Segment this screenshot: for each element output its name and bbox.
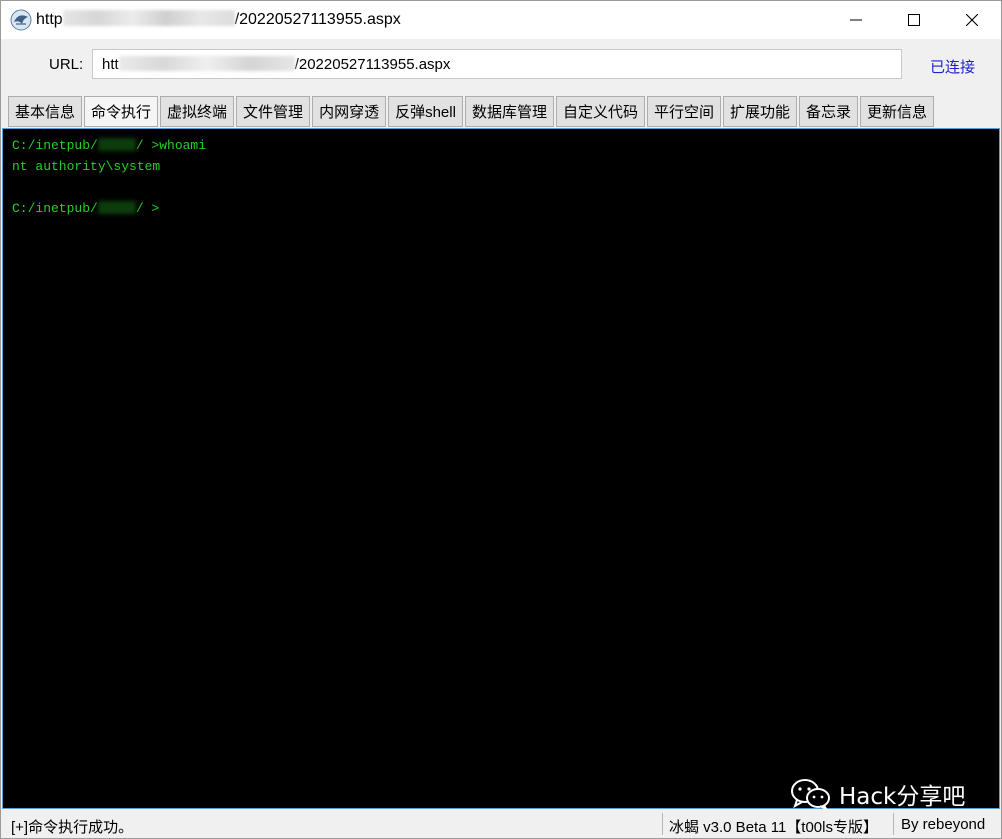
author-label: By rebeyond (901, 816, 986, 833)
window-title-prefix: http (36, 11, 63, 28)
watermark-text: Hack分享吧 (839, 784, 966, 810)
tab-file-manager[interactable]: 文件管理 (236, 96, 311, 127)
title-bar: http/20220527113955.aspx (1, 1, 1001, 39)
terminal-line: C:/inetpub/ / > (12, 198, 990, 219)
close-icon (966, 14, 978, 26)
terminal-prompt-path: C:/inetpub/ (12, 201, 98, 216)
tab-reverse-shell[interactable]: 反弹shell (388, 96, 463, 127)
terminal-prompt-path: C:/inetpub/ (12, 138, 98, 153)
command-terminal[interactable]: C:/inetpub/ / >whoami nt authority\system… (2, 128, 1000, 809)
tab-memo[interactable]: 备忘录 (799, 96, 859, 127)
url-input[interactable]: htt/20220527113955.aspx (92, 49, 902, 79)
tab-command-exec[interactable]: 命令执行 (84, 96, 159, 127)
status-separator (893, 813, 894, 835)
terminal-output-line: nt authority\system (12, 159, 161, 174)
window-title-suffix: /20220527113955.aspx (234, 11, 401, 28)
status-separator (662, 813, 663, 835)
wechat-icon (791, 779, 830, 810)
redacted-host (62, 10, 235, 26)
tab-database-manager[interactable]: 数据库管理 (464, 96, 554, 127)
tab-parallel-space[interactable]: 平行空间 (646, 96, 721, 127)
window-title: http/20220527113955.aspx (36, 10, 401, 29)
maximize-button[interactable] (885, 1, 943, 39)
url-value-suffix: /20220527113955.aspx (294, 56, 451, 73)
tab-basic-info[interactable]: 基本信息 (8, 96, 83, 127)
behinder-app-icon (10, 9, 32, 31)
terminal-command: / >whoami (135, 138, 207, 153)
url-value-prefix: htt (102, 56, 119, 73)
main-window: http/20220527113955.aspx URL: htt/202205… (0, 0, 1002, 839)
tab-virtual-terminal[interactable]: 虚拟终端 (160, 96, 235, 127)
version-label: 冰蝎 v3.0 Beta 11【t00ls专版】 (669, 819, 878, 836)
tab-bar: 基本信息 命令执行 虚拟终端 文件管理 内网穿透 反弹shell 数据库管理 自… (8, 96, 935, 128)
status-message: [+]命令执行成功。 (11, 819, 134, 836)
tab-extensions[interactable]: 扩展功能 (722, 96, 797, 127)
redacted-url-host (118, 56, 295, 71)
minimize-button[interactable] (827, 1, 885, 39)
url-label: URL: (49, 56, 84, 73)
minimize-icon (850, 19, 862, 21)
redacted-dir (97, 138, 136, 151)
watermark: Hack分享吧 (789, 777, 965, 811)
tab-intranet-tunnel[interactable]: 内网穿透 (312, 96, 387, 127)
status-bar: [+]命令执行成功。 冰蝎 v3.0 Beta 11【t00ls专版】 By r… (1, 810, 1001, 838)
connection-status: 已连接 (930, 59, 976, 76)
terminal-line: C:/inetpub/ / >whoami (12, 135, 990, 156)
url-bar: URL: htt/20220527113955.aspx 已连接 (1, 39, 1001, 91)
close-button[interactable] (943, 1, 1001, 39)
redacted-dir (97, 201, 136, 214)
terminal-prompt: / > (135, 201, 160, 216)
tab-update-info[interactable]: 更新信息 (860, 96, 935, 127)
maximize-icon (908, 14, 920, 26)
tab-custom-code[interactable]: 自定义代码 (555, 96, 645, 127)
